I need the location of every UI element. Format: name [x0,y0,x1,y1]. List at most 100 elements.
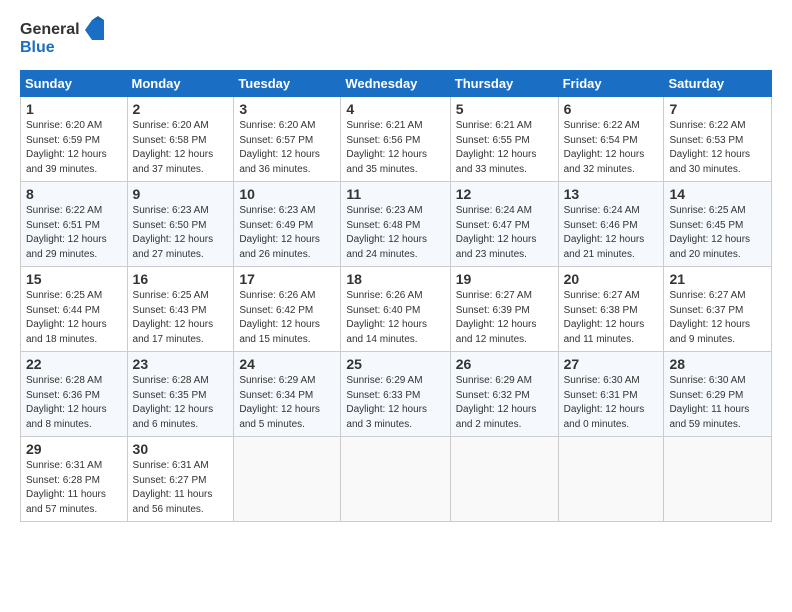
day-info: Sunrise: 6:31 AMSunset: 6:27 PMDaylight:… [133,460,213,515]
day-info: Sunrise: 6:22 AMSunset: 6:51 PMDaylight:… [26,205,107,260]
day-info: Sunrise: 6:21 AMSunset: 6:55 PMDaylight:… [456,120,537,175]
day-info: Sunrise: 6:24 AMSunset: 6:47 PMDaylight:… [456,205,537,260]
day-info: Sunrise: 6:22 AMSunset: 6:53 PMDaylight:… [669,120,750,175]
calendar-cell: 30 Sunrise: 6:31 AMSunset: 6:27 PMDayligh… [127,437,234,522]
day-info: Sunrise: 6:23 AMSunset: 6:50 PMDaylight:… [133,205,214,260]
day-number: 27 [564,356,659,372]
day-info: Sunrise: 6:20 AMSunset: 6:59 PMDaylight:… [26,120,107,175]
day-info: Sunrise: 6:27 AMSunset: 6:38 PMDaylight:… [564,290,645,345]
day-number: 21 [669,271,766,287]
calendar-cell [341,437,450,522]
svg-text:General: General [20,21,80,38]
header-thursday: Thursday [450,71,558,97]
calendar-week-row: 29Sunrise: 6:31 AMSunset: 6:28 PMDayligh… [21,437,772,522]
day-number: 20 [564,271,659,287]
day-info: Sunrise: 6:27 AMSunset: 6:39 PMDaylight:… [456,290,537,345]
day-number: 23 [133,356,229,372]
day-info: Sunrise: 6:25 AMSunset: 6:45 PMDaylight:… [669,205,750,260]
day-number: 2 [133,101,229,117]
day-number: 9 [133,186,229,202]
calendar-cell: 20 Sunrise: 6:27 AMSunset: 6:38 PMDayligh… [558,267,664,352]
day-info: Sunrise: 6:22 AMSunset: 6:54 PMDaylight:… [564,120,645,175]
calendar-cell: 22 Sunrise: 6:28 AMSunset: 6:36 PMDayligh… [21,352,128,437]
calendar-cell: 16 Sunrise: 6:25 AMSunset: 6:43 PMDayligh… [127,267,234,352]
day-number: 17 [239,271,335,287]
header-saturday: Saturday [664,71,772,97]
calendar-cell: 5 Sunrise: 6:21 AMSunset: 6:55 PMDaylight… [450,97,558,182]
calendar-header-row: Sunday Monday Tuesday Wednesday Thursday… [21,71,772,97]
calendar-cell: 6 Sunrise: 6:22 AMSunset: 6:54 PMDaylight… [558,97,664,182]
day-number: 16 [133,271,229,287]
day-number: 19 [456,271,553,287]
day-info: Sunrise: 6:29 AMSunset: 6:34 PMDaylight:… [239,375,320,430]
day-number: 30 [133,441,229,457]
day-number: 1 [26,101,122,117]
logo-svg: GeneralBlue [20,16,110,60]
day-info: Sunrise: 6:29 AMSunset: 6:33 PMDaylight:… [346,375,427,430]
calendar-cell: 21 Sunrise: 6:27 AMSunset: 6:37 PMDayligh… [664,267,772,352]
calendar-cell: 17Sunrise: 6:26 AMSunset: 6:42 PMDayligh… [234,267,341,352]
day-info: Sunrise: 6:26 AMSunset: 6:40 PMDaylight:… [346,290,427,345]
calendar-cell [664,437,772,522]
calendar-cell: 24 Sunrise: 6:29 AMSunset: 6:34 PMDayligh… [234,352,341,437]
day-number: 29 [26,441,122,457]
header-sunday: Sunday [21,71,128,97]
calendar-table: Sunday Monday Tuesday Wednesday Thursday… [20,70,772,522]
calendar-cell: 1 Sunrise: 6:20 AMSunset: 6:59 PMDaylight… [21,97,128,182]
day-info: Sunrise: 6:20 AMSunset: 6:58 PMDaylight:… [133,120,214,175]
day-info: Sunrise: 6:25 AMSunset: 6:43 PMDaylight:… [133,290,214,345]
day-number: 22 [26,356,122,372]
page-header: GeneralBlue [20,16,772,60]
calendar-cell: 2 Sunrise: 6:20 AMSunset: 6:58 PMDaylight… [127,97,234,182]
calendar-cell [558,437,664,522]
calendar-cell: 25 Sunrise: 6:29 AMSunset: 6:33 PMDayligh… [341,352,450,437]
day-info: Sunrise: 6:21 AMSunset: 6:56 PMDaylight:… [346,120,427,175]
header-friday: Friday [558,71,664,97]
calendar-cell: 9 Sunrise: 6:23 AMSunset: 6:50 PMDaylight… [127,182,234,267]
calendar-cell [450,437,558,522]
calendar-cell: 11Sunrise: 6:23 AMSunset: 6:48 PMDayligh… [341,182,450,267]
day-number: 25 [346,356,444,372]
day-number: 12 [456,186,553,202]
header-wednesday: Wednesday [341,71,450,97]
calendar-cell: 4Sunrise: 6:21 AMSunset: 6:56 PMDaylight… [341,97,450,182]
calendar-cell: 19 Sunrise: 6:27 AMSunset: 6:39 PMDayligh… [450,267,558,352]
day-number: 3 [239,101,335,117]
calendar-cell: 8 Sunrise: 6:22 AMSunset: 6:51 PMDaylight… [21,182,128,267]
calendar-cell: 23 Sunrise: 6:28 AMSunset: 6:35 PMDayligh… [127,352,234,437]
day-info: Sunrise: 6:23 AMSunset: 6:49 PMDaylight:… [239,205,320,260]
day-info: Sunrise: 6:25 AMSunset: 6:44 PMDaylight:… [26,290,107,345]
calendar-cell: 28 Sunrise: 6:30 AMSunset: 6:29 PMDayligh… [664,352,772,437]
day-info: Sunrise: 6:27 AMSunset: 6:37 PMDaylight:… [669,290,750,345]
day-number: 6 [564,101,659,117]
header-tuesday: Tuesday [234,71,341,97]
day-number: 15 [26,271,122,287]
day-number: 28 [669,356,766,372]
day-info: Sunrise: 6:23 AMSunset: 6:48 PMDaylight:… [346,205,427,260]
calendar-cell: 26Sunrise: 6:29 AMSunset: 6:32 PMDayligh… [450,352,558,437]
calendar-cell: 10 Sunrise: 6:23 AMSunset: 6:49 PMDayligh… [234,182,341,267]
day-number: 10 [239,186,335,202]
day-number: 18 [346,271,444,287]
calendar-cell: 27 Sunrise: 6:30 AMSunset: 6:31 PMDayligh… [558,352,664,437]
day-number: 13 [564,186,659,202]
day-info: Sunrise: 6:29 AMSunset: 6:32 PMDaylight:… [456,375,537,430]
calendar-week-row: 15 Sunrise: 6:25 AMSunset: 6:44 PMDayligh… [21,267,772,352]
day-info: Sunrise: 6:28 AMSunset: 6:36 PMDaylight:… [26,375,107,430]
calendar-week-row: 1 Sunrise: 6:20 AMSunset: 6:59 PMDaylight… [21,97,772,182]
day-number: 5 [456,101,553,117]
logo: GeneralBlue [20,16,110,60]
calendar-cell: 18 Sunrise: 6:26 AMSunset: 6:40 PMDayligh… [341,267,450,352]
day-number: 8 [26,186,122,202]
svg-text:Blue: Blue [20,39,55,56]
calendar-cell: 14Sunrise: 6:25 AMSunset: 6:45 PMDayligh… [664,182,772,267]
day-info: Sunrise: 6:20 AMSunset: 6:57 PMDaylight:… [239,120,320,175]
calendar-week-row: 8 Sunrise: 6:22 AMSunset: 6:51 PMDaylight… [21,182,772,267]
day-info: Sunrise: 6:28 AMSunset: 6:35 PMDaylight:… [133,375,214,430]
day-info: Sunrise: 6:30 AMSunset: 6:29 PMDaylight:… [669,375,749,430]
day-info: Sunrise: 6:30 AMSunset: 6:31 PMDaylight:… [564,375,645,430]
calendar-cell [234,437,341,522]
calendar-cell: 12 Sunrise: 6:24 AMSunset: 6:47 PMDayligh… [450,182,558,267]
day-number: 7 [669,101,766,117]
day-number: 24 [239,356,335,372]
